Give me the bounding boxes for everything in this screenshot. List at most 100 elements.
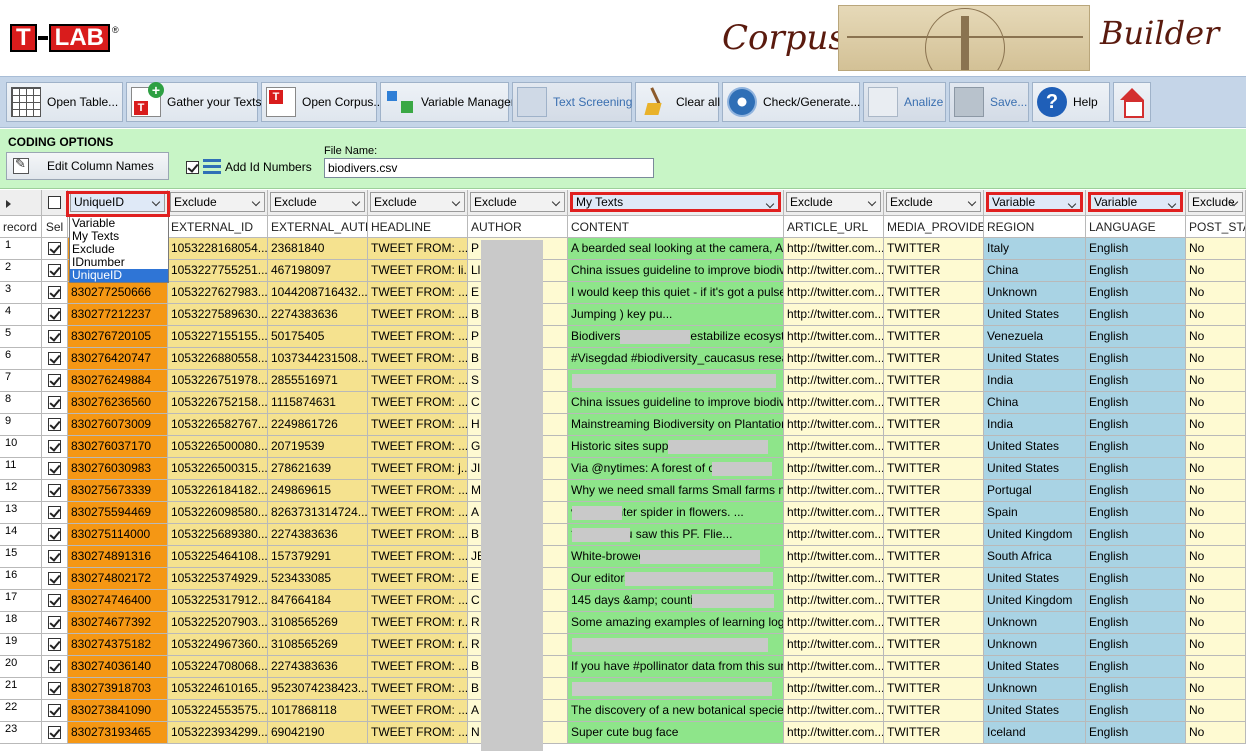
clear-all-button[interactable]: Clear all xyxy=(635,82,720,122)
cell-ext[interactable]: 1053228168054... xyxy=(168,238,268,260)
cell-lang[interactable]: English xyxy=(1086,524,1186,546)
cell-content[interactable]: Some amazing examples of learning logs, … xyxy=(568,612,784,634)
cell-media[interactable]: TWITTER xyxy=(884,238,984,260)
table-row[interactable]: 3 830277250666 1053227627983... 10442087164… xyxy=(0,282,1246,304)
cell-rec[interactable]: 16 xyxy=(0,568,42,590)
cell-rec[interactable]: 15 xyxy=(0,546,42,568)
cell-ext[interactable]: 1053224610165... xyxy=(168,678,268,700)
cell-ext[interactable]: 1053227589630... xyxy=(168,304,268,326)
row-select-checkbox[interactable] xyxy=(48,330,61,343)
cell-ext[interactable]: 1053226751978... xyxy=(168,370,268,392)
cell-uid[interactable]: 830277250666 xyxy=(68,282,168,304)
cell-rec[interactable]: 11 xyxy=(0,458,42,480)
table-row[interactable]: 17 830274746400 1053225317912... 847664184 T… xyxy=(0,590,1246,612)
row-select-checkbox[interactable] xyxy=(48,704,61,717)
cell-rec[interactable]: 3 xyxy=(0,282,42,304)
row-select-checkbox[interactable] xyxy=(48,374,61,387)
cell-url[interactable]: http://twitter.com... xyxy=(784,678,884,700)
row-select-checkbox[interactable] xyxy=(48,440,61,453)
cell-ext[interactable]: 1053223934299... xyxy=(168,722,268,744)
column-header[interactable]: CONTENT xyxy=(568,216,784,238)
column-header[interactable]: ARTICLE_URL xyxy=(784,216,884,238)
cell-url[interactable]: http://twitter.com... xyxy=(784,458,884,480)
table-row[interactable]: 2 1053227755251... 467198097 TWEET FROM: li… xyxy=(0,260,1246,282)
cell-media[interactable]: TWITTER xyxy=(884,282,984,304)
cell-media[interactable]: TWITTER xyxy=(884,326,984,348)
cell-url[interactable]: http://twitter.com... xyxy=(784,722,884,744)
cell-auth[interactable]: 23681840 xyxy=(268,238,368,260)
table-row[interactable]: 6 830276420747 1053226880558... 10373442315… xyxy=(0,348,1246,370)
column-type-combo[interactable]: Exclude xyxy=(170,192,265,212)
cell-media[interactable]: TWITTER xyxy=(884,524,984,546)
cell-uid[interactable]: 830276030983 xyxy=(68,458,168,480)
row-select-checkbox[interactable] xyxy=(48,638,61,651)
cell-auth[interactable]: 2855516971 xyxy=(268,370,368,392)
cell-region[interactable]: Venezuela xyxy=(984,326,1086,348)
cell-auth[interactable]: 278621639 xyxy=(268,458,368,480)
cell-post[interactable]: No xyxy=(1186,326,1246,348)
column-header[interactable]: AUTHOR xyxy=(468,216,568,238)
cell-ext[interactable]: 1053225374929... xyxy=(168,568,268,590)
cell-post[interactable]: No xyxy=(1186,370,1246,392)
cell-ext[interactable]: 1053226500080... xyxy=(168,436,268,458)
cell-region[interactable]: China xyxy=(984,260,1086,282)
cell-uid[interactable]: 830276236560 xyxy=(68,392,168,414)
table-row[interactable]: 12 830275673339 1053226184182... 249869615 T… xyxy=(0,480,1246,502)
cell-uid[interactable]: 830274677392 xyxy=(68,612,168,634)
cell-region[interactable]: United States xyxy=(984,348,1086,370)
check-generate-button[interactable]: Check/Generate... xyxy=(722,82,860,122)
cell-auth[interactable]: 249869615 xyxy=(268,480,368,502)
cell-head[interactable]: TWEET FROM: ... xyxy=(368,656,468,678)
column-header[interactable]: LANGUAGE xyxy=(1086,216,1186,238)
cell-url[interactable]: http://twitter.com... xyxy=(784,634,884,656)
cell-content[interactable]: I would keep this quiet - if it's got a … xyxy=(568,282,784,304)
column-type-combo[interactable]: Exclude xyxy=(270,192,365,212)
table-row[interactable]: 23 830273193465 1053223934299... 69042190 TW… xyxy=(0,722,1246,744)
cell-head[interactable]: TWEET FROM: ... xyxy=(368,238,468,260)
cell-media[interactable]: TWITTER xyxy=(884,568,984,590)
cell-head[interactable]: TWEET FROM: ... xyxy=(368,524,468,546)
cell-media[interactable]: TWITTER xyxy=(884,502,984,524)
cell-region[interactable]: India xyxy=(984,370,1086,392)
cell-ext[interactable]: 1053225207903... xyxy=(168,612,268,634)
add-id-numbers-option[interactable]: Add Id Numbers xyxy=(186,159,312,175)
row-select-checkbox[interactable] xyxy=(48,308,61,321)
cell-media[interactable]: TWITTER xyxy=(884,436,984,458)
cell-region[interactable]: Unknown xyxy=(984,678,1086,700)
cell-ext[interactable]: 1053226582767... xyxy=(168,414,268,436)
row-select-checkbox[interactable] xyxy=(48,264,61,277)
cell-media[interactable]: TWITTER xyxy=(884,304,984,326)
cell-region[interactable]: United Kingdom xyxy=(984,524,1086,546)
table-row[interactable]: 8 830276236560 1053226752158... 1115874631 T… xyxy=(0,392,1246,414)
cell-head[interactable]: TWEET FROM: ... xyxy=(368,392,468,414)
cell-head[interactable]: TWEET FROM: j... xyxy=(368,458,468,480)
cell-rec[interactable]: 12 xyxy=(0,480,42,502)
cell-media[interactable]: TWITTER xyxy=(884,722,984,744)
column-type-combo[interactable]: Variable xyxy=(1088,192,1183,212)
cell-lang[interactable]: English xyxy=(1086,502,1186,524)
home-button[interactable] xyxy=(1113,82,1151,122)
cell-media[interactable]: TWITTER xyxy=(884,546,984,568)
cell-media[interactable]: TWITTER xyxy=(884,480,984,502)
cell-url[interactable]: http://twitter.com... xyxy=(784,502,884,524)
cell-head[interactable]: TWEET FROM: ... xyxy=(368,370,468,392)
row-select-checkbox[interactable] xyxy=(48,242,61,255)
column-type-combo[interactable]: Exclude xyxy=(470,192,565,212)
cell-uid[interactable]: 830273918703 xyxy=(68,678,168,700)
cell-post[interactable]: No xyxy=(1186,458,1246,480)
cell-head[interactable]: TWEET FROM: li... xyxy=(368,260,468,282)
row-select-checkbox[interactable] xyxy=(48,528,61,541)
cell-auth[interactable]: 1115874631 xyxy=(268,392,368,414)
column-type-combo[interactable]: Exclude xyxy=(886,192,981,212)
table-row[interactable]: 10 830276037170 1053226500080... 20719539 TW… xyxy=(0,436,1246,458)
cell-auth[interactable]: 1037344231508... xyxy=(268,348,368,370)
cell-ext[interactable]: 1053226500315... xyxy=(168,458,268,480)
cell-uid[interactable]: 830276037170 xyxy=(68,436,168,458)
column-header[interactable]: HEADLINE xyxy=(368,216,468,238)
cell-content[interactable]: Super cute bug face xyxy=(568,722,784,744)
cell-region[interactable]: United States xyxy=(984,436,1086,458)
file-name-input[interactable] xyxy=(324,158,654,178)
cell-uid[interactable]: 830273841090 xyxy=(68,700,168,722)
cell-ext[interactable]: 1053225689380... xyxy=(168,524,268,546)
row-select-checkbox[interactable] xyxy=(48,616,61,629)
